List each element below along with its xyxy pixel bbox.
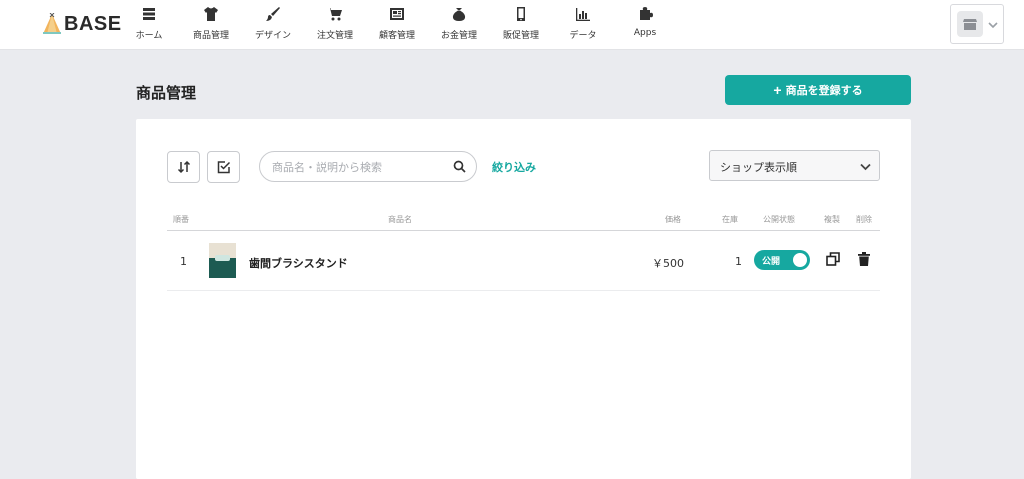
- cart-icon: [328, 8, 342, 21]
- nav-item-products[interactable]: 商品管理: [180, 0, 242, 50]
- nav-label-promotion: 販促管理: [502, 31, 539, 41]
- row-stock: 1: [735, 255, 742, 268]
- filter-link[interactable]: 絞り込み: [492, 159, 536, 175]
- header-divider: [167, 230, 880, 231]
- row-price: ￥500: [652, 257, 684, 270]
- nav-item-promotion[interactable]: 販促管理: [490, 0, 552, 50]
- nav-label-orders: 注文管理: [316, 31, 353, 41]
- base-logo[interactable]: BASE: [42, 11, 122, 37]
- nav-item-orders[interactable]: 注文管理: [304, 0, 366, 50]
- reorder-button[interactable]: [167, 151, 200, 183]
- brand-name: BASE: [64, 12, 122, 35]
- teepee-logo-icon: [43, 13, 61, 34]
- publish-toggle-label: 公開: [762, 257, 781, 267]
- bulk-select-button[interactable]: [207, 151, 240, 183]
- header-delete: 削除: [856, 215, 872, 224]
- product-search: [259, 151, 477, 182]
- nav-label-data: データ: [569, 31, 597, 41]
- shop-account-menu[interactable]: [950, 4, 1004, 44]
- chevron-down-icon: [983, 15, 998, 34]
- id-card-icon: [390, 8, 404, 20]
- nav-item-apps[interactable]: Apps: [614, 0, 676, 50]
- store-icon: [963, 19, 977, 30]
- nav-label-money: お金管理: [440, 31, 477, 41]
- nav-label-design: デザイン: [254, 31, 291, 41]
- header-price: 価格: [665, 215, 681, 224]
- sort-order-select[interactable]: ショップ表示順: [709, 150, 880, 181]
- checkbox-icon: [217, 161, 230, 174]
- row-order: 1: [180, 255, 187, 268]
- tshirt-icon: [204, 7, 218, 21]
- trash-icon[interactable]: [856, 251, 872, 267]
- top-navigation-bar: BASE ホーム 商品管理 デザイン 注文管理 顧客管理 お金管理 販促管理 デ…: [0, 0, 1024, 50]
- nav-item-home[interactable]: ホーム: [118, 0, 180, 50]
- nav-item-data[interactable]: データ: [552, 0, 614, 50]
- wallet-icon: [452, 8, 466, 21]
- bar-chart-icon: [576, 8, 590, 21]
- toggle-knob: [793, 253, 807, 267]
- nav-item-design[interactable]: デザイン: [242, 0, 304, 50]
- publish-toggle[interactable]: 公開: [754, 250, 810, 270]
- header-status: 公開状態: [763, 215, 795, 224]
- nav-label-apps: Apps: [633, 28, 657, 38]
- register-product-label: 商品を登録する: [785, 85, 863, 97]
- header-order: 順番: [173, 215, 189, 224]
- phone-icon: [517, 7, 525, 21]
- nav-label-customers: 顧客管理: [378, 31, 415, 41]
- header-stock: 在庫: [722, 215, 738, 224]
- home-list-icon: [143, 8, 155, 20]
- header-name: 商品名: [388, 215, 412, 224]
- copy-icon[interactable]: [825, 251, 841, 267]
- nav-label-products: 商品管理: [192, 31, 229, 41]
- product-list-card: 絞り込み ショップ表示順 順番 商品名 価格 在庫 公開状態 複製 削除 1 歯…: [136, 119, 911, 479]
- header-copy: 複製: [824, 215, 840, 224]
- nav-item-money[interactable]: お金管理: [428, 0, 490, 50]
- search-icon[interactable]: [453, 160, 466, 173]
- product-name-link[interactable]: 歯間ブラシスタンド: [249, 255, 348, 271]
- sort-arrows-icon: [177, 160, 190, 174]
- brush-icon: [266, 7, 280, 21]
- main-nav: ホーム 商品管理 デザイン 注文管理 顧客管理 お金管理 販促管理 データ Ap…: [118, 0, 676, 50]
- plus-icon: +: [773, 82, 782, 98]
- nav-item-customers[interactable]: 顧客管理: [366, 0, 428, 50]
- sort-order-value: ショップ表示順: [720, 161, 797, 174]
- search-input[interactable]: [272, 158, 452, 176]
- register-product-button[interactable]: + 商品を登録する: [725, 75, 911, 105]
- product-thumbnail[interactable]: [209, 243, 236, 278]
- puzzle-icon: [640, 7, 653, 20]
- shop-avatar: [957, 11, 983, 37]
- page-title: 商品管理: [136, 84, 197, 102]
- chevron-down-icon: [860, 163, 871, 171]
- nav-label-home: ホーム: [135, 31, 163, 41]
- row-divider: [167, 290, 880, 291]
